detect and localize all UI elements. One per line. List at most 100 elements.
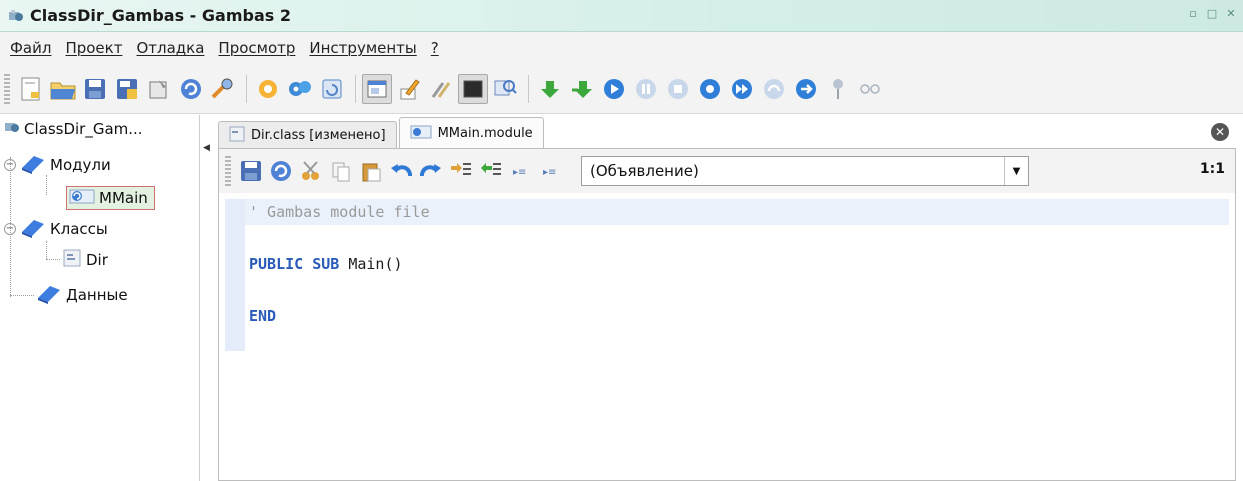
pause-icon[interactable] bbox=[631, 74, 661, 104]
tree-item-label: Dir bbox=[86, 251, 108, 269]
menu-debug[interactable]: Отладка bbox=[136, 39, 204, 57]
save-all-icon[interactable] bbox=[112, 74, 142, 104]
title-bar: ClassDir_Gambas - Gambas 2 ▫ □ ✕ bbox=[0, 0, 1243, 32]
tree-line bbox=[46, 241, 47, 259]
module-icon bbox=[410, 124, 432, 144]
tree-line bbox=[10, 295, 34, 296]
code-keyword: PUBLIC SUB bbox=[249, 255, 340, 273]
undo-icon[interactable] bbox=[387, 157, 415, 185]
pin-icon[interactable] bbox=[823, 74, 853, 104]
class-file-icon bbox=[229, 126, 245, 146]
cursor-position: 1:1 bbox=[1199, 161, 1225, 177]
maximize-icon[interactable]: □ bbox=[1204, 6, 1220, 22]
folder-blue-icon bbox=[36, 282, 62, 308]
tree-folder-data[interactable]: Данные bbox=[36, 282, 128, 308]
tab-label: MMain.module bbox=[437, 126, 533, 141]
compile-icon[interactable] bbox=[253, 74, 283, 104]
cut-icon[interactable] bbox=[297, 157, 325, 185]
code-line-5[interactable]: END bbox=[245, 303, 276, 329]
properties-icon[interactable] bbox=[144, 74, 174, 104]
stop-icon[interactable] bbox=[663, 74, 693, 104]
tree-item-label: Модули bbox=[50, 156, 111, 174]
unindent-icon[interactable] bbox=[477, 157, 505, 185]
code-text: Main() bbox=[339, 255, 403, 273]
refresh-icon[interactable] bbox=[176, 74, 206, 104]
collapse-icon[interactable]: − bbox=[4, 159, 16, 171]
record-icon[interactable] bbox=[695, 74, 725, 104]
uncomment-icon[interactable]: ▸≡ bbox=[537, 157, 565, 185]
zoom-icon[interactable] bbox=[490, 74, 520, 104]
comment-icon[interactable]: ▸≡ bbox=[507, 157, 535, 185]
procedure-select-value: (Объявление) bbox=[590, 162, 699, 180]
glasses-icon[interactable] bbox=[855, 74, 885, 104]
tab-dir-class[interactable]: Dir.class [изменено] bbox=[218, 121, 397, 149]
close-window-icon[interactable]: ✕ bbox=[1223, 6, 1239, 22]
menu-help[interactable]: ? bbox=[431, 39, 439, 57]
project-icon bbox=[4, 119, 20, 139]
open-folder-icon[interactable] bbox=[48, 74, 78, 104]
editor-toolbar: ▸≡ ▸≡ (Объявление) ▼ 1:1 bbox=[219, 149, 1235, 193]
code-area[interactable]: ' Gambas module file PUBLIC SUB Main() E… bbox=[219, 193, 1235, 480]
search-icon[interactable] bbox=[208, 74, 238, 104]
code-line-3[interactable]: PUBLIC SUB Main() bbox=[245, 251, 403, 277]
tree-item-label: MMain bbox=[99, 189, 148, 207]
menu-tools[interactable]: Инструменты bbox=[309, 39, 416, 57]
menu-bar: Файл Проект Отладка Просмотр Инструменты… bbox=[0, 32, 1243, 64]
minimize-icon[interactable]: ▫ bbox=[1185, 6, 1201, 22]
chevron-down-icon[interactable]: ▼ bbox=[1004, 157, 1028, 185]
tree-item-label: Данные bbox=[66, 286, 128, 304]
settings-icon[interactable] bbox=[285, 74, 315, 104]
line-gutter bbox=[225, 199, 245, 351]
project-tree: ClassDir_Gam... − Модули MMain − Классы … bbox=[0, 115, 200, 481]
refresh-icon[interactable] bbox=[267, 157, 295, 185]
tree-root[interactable]: ClassDir_Gam... bbox=[4, 119, 143, 139]
procedure-select[interactable]: (Объявление) ▼ bbox=[581, 156, 1029, 186]
next-icon[interactable] bbox=[791, 74, 821, 104]
tree-folder-classes[interactable]: − Классы bbox=[4, 216, 108, 242]
tree-line bbox=[46, 259, 60, 260]
step-icon[interactable] bbox=[567, 74, 597, 104]
indent-icon[interactable] bbox=[447, 157, 475, 185]
toolbar-grip[interactable] bbox=[4, 73, 10, 104]
play-icon[interactable] bbox=[599, 74, 629, 104]
window-title: ClassDir_Gambas - Gambas 2 bbox=[30, 6, 291, 25]
menu-file[interactable]: Файл bbox=[10, 39, 51, 57]
arrow-down-icon[interactable] bbox=[535, 74, 565, 104]
gambas-app-icon bbox=[8, 8, 24, 24]
form-view-icon[interactable] bbox=[362, 73, 392, 104]
tree-line bbox=[46, 175, 47, 195]
close-tab-icon[interactable]: ✕ bbox=[1211, 123, 1229, 141]
menu-view[interactable]: Просмотр bbox=[218, 39, 295, 57]
edit-icon[interactable] bbox=[394, 74, 424, 104]
splitter-arrow-icon[interactable]: ◀ bbox=[203, 143, 210, 153]
editor-tabs: Dir.class [изменено] MMain.module bbox=[218, 117, 546, 149]
fast-forward-icon[interactable] bbox=[727, 74, 757, 104]
paste-icon[interactable] bbox=[357, 157, 385, 185]
menu-project[interactable]: Проект bbox=[65, 39, 122, 57]
tree-folder-modules[interactable]: − Модули bbox=[4, 152, 111, 178]
step-over-icon[interactable] bbox=[759, 74, 789, 104]
window-icon[interactable] bbox=[317, 74, 347, 104]
toolbar-grip[interactable] bbox=[225, 156, 231, 186]
redo-icon[interactable] bbox=[417, 157, 445, 185]
copy-icon[interactable] bbox=[327, 157, 355, 185]
tab-mmain-module[interactable]: MMain.module bbox=[398, 117, 544, 149]
new-file-icon[interactable] bbox=[16, 74, 46, 104]
toolbar-separator bbox=[355, 74, 356, 103]
tools-icon[interactable] bbox=[426, 74, 456, 104]
main-toolbar bbox=[0, 64, 1243, 114]
collapse-icon[interactable]: − bbox=[4, 223, 16, 235]
tree-item-mmain[interactable]: MMain bbox=[66, 186, 155, 210]
folder-blue-icon bbox=[20, 216, 46, 242]
save-icon[interactable] bbox=[80, 74, 110, 104]
code-editor-panel: ▸≡ ▸≡ (Объявление) ▼ 1:1 ' Gambas module… bbox=[218, 148, 1236, 481]
toolbar-separator bbox=[246, 74, 247, 103]
tree-root-label: ClassDir_Gam... bbox=[24, 120, 143, 138]
svg-text:▸≡: ▸≡ bbox=[513, 167, 526, 178]
tree-item-dir[interactable]: Dir bbox=[62, 248, 108, 272]
save-icon[interactable] bbox=[237, 157, 265, 185]
terminal-icon[interactable] bbox=[458, 73, 488, 104]
code-line-1[interactable]: ' Gambas module file bbox=[245, 199, 1229, 225]
folder-blue-icon bbox=[20, 152, 46, 178]
class-file-icon bbox=[62, 248, 82, 272]
